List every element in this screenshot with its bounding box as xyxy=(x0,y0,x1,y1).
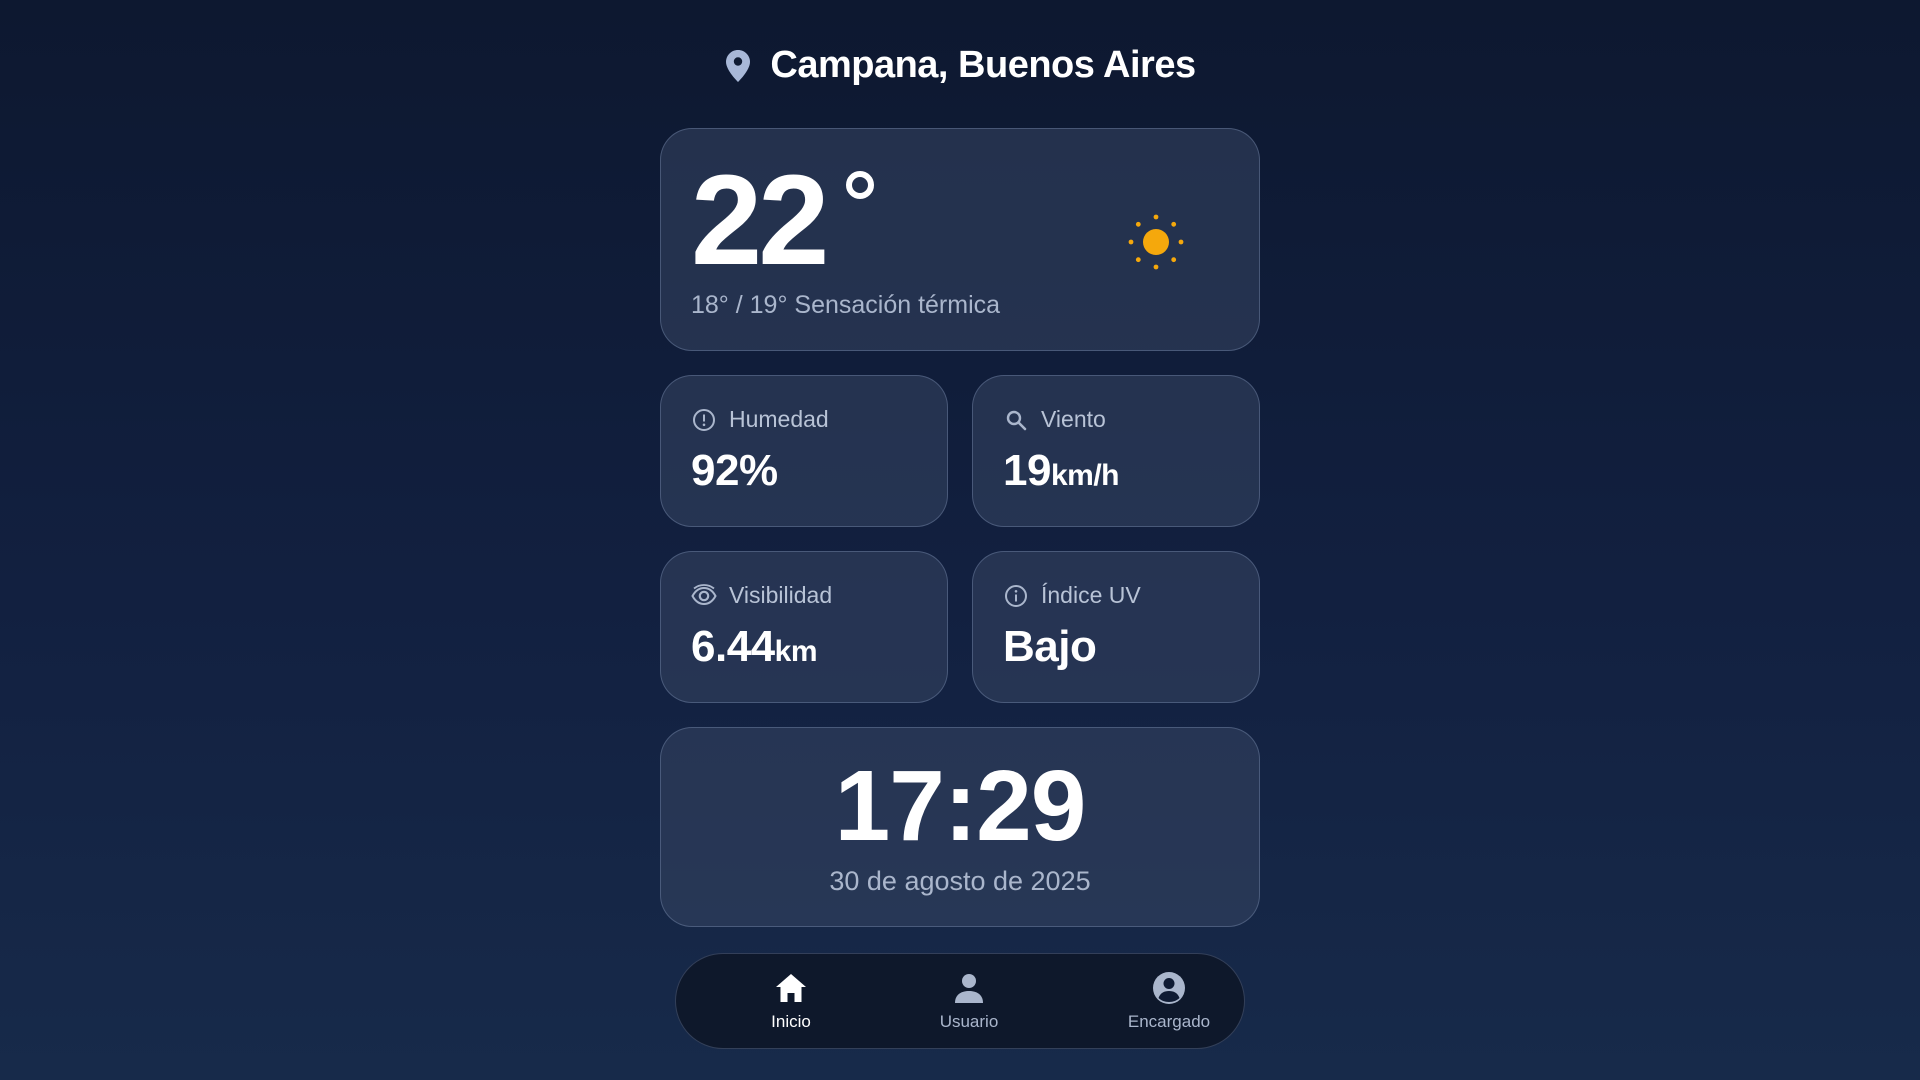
visibility-label: Visibilidad xyxy=(729,582,833,608)
wind-card: Viento 19km/h xyxy=(972,375,1260,527)
humidity-label: Humedad xyxy=(729,406,829,432)
nav-label-inicio: Inicio xyxy=(771,1012,811,1031)
home-icon xyxy=(773,970,809,1006)
wind-header: Viento xyxy=(1003,406,1106,433)
nav-label-usuario: Usuario xyxy=(939,1012,999,1031)
uv-index-card: Índice UV Bajo xyxy=(972,551,1260,703)
visibility-header: Visibilidad xyxy=(691,582,832,609)
wind-label: Viento xyxy=(1041,406,1106,432)
info-icon xyxy=(1003,583,1029,609)
location-pin-icon xyxy=(724,49,752,83)
wind-number: 19 xyxy=(1003,446,1051,495)
eye-icon xyxy=(691,583,717,609)
humidity-number: 92% xyxy=(691,446,778,495)
nav-label-encargado: Encargado xyxy=(1127,1012,1211,1031)
degree-symbol xyxy=(846,171,874,199)
nav-item-usuario[interactable]: Usuario xyxy=(899,970,1039,1032)
nav-item-encargado[interactable]: Encargado xyxy=(1099,970,1239,1032)
temperature-value: 22 xyxy=(691,149,829,292)
clock-time: 17:29 xyxy=(834,750,1087,862)
search-icon xyxy=(1003,407,1029,433)
humidity-header: Humedad xyxy=(691,406,829,433)
uv-header: Índice UV xyxy=(1003,582,1141,609)
sun-icon xyxy=(1121,207,1191,277)
account-circle-icon xyxy=(1151,970,1187,1006)
visibility-number: 6.44 xyxy=(691,622,775,671)
clock-date: 30 de agosto de 2025 xyxy=(829,866,1091,896)
humidity-card: Humedad 92% xyxy=(660,375,948,527)
uv-label: Índice UV xyxy=(1041,582,1141,608)
current-weather-card: 22 18° / 19° Sensación térmica xyxy=(660,128,1260,351)
uv-number: Bajo xyxy=(1003,622,1097,671)
uv-value: Bajo xyxy=(1003,622,1097,672)
alert-circle-icon xyxy=(691,407,717,433)
nav-item-inicio[interactable]: Inicio xyxy=(721,970,861,1032)
user-icon xyxy=(951,970,987,1006)
wind-value: 19km/h xyxy=(1003,446,1119,496)
visibility-value: 6.44km xyxy=(691,622,818,672)
bottom-nav: Inicio Usuario Encargado xyxy=(675,953,1245,1049)
feels-like-text: 18° / 19° Sensación térmica xyxy=(691,291,1001,319)
clock-card: 17:29 30 de agosto de 2025 xyxy=(660,727,1260,927)
wind-unit: km/h xyxy=(1050,459,1120,492)
location-title: Campana, Buenos Aires xyxy=(770,44,1196,86)
visibility-unit: km xyxy=(774,635,818,668)
location-header: Campana, Buenos Aires xyxy=(0,44,1920,87)
visibility-card: Visibilidad 6.44km xyxy=(660,551,948,703)
humidity-value: 92% xyxy=(691,446,778,496)
